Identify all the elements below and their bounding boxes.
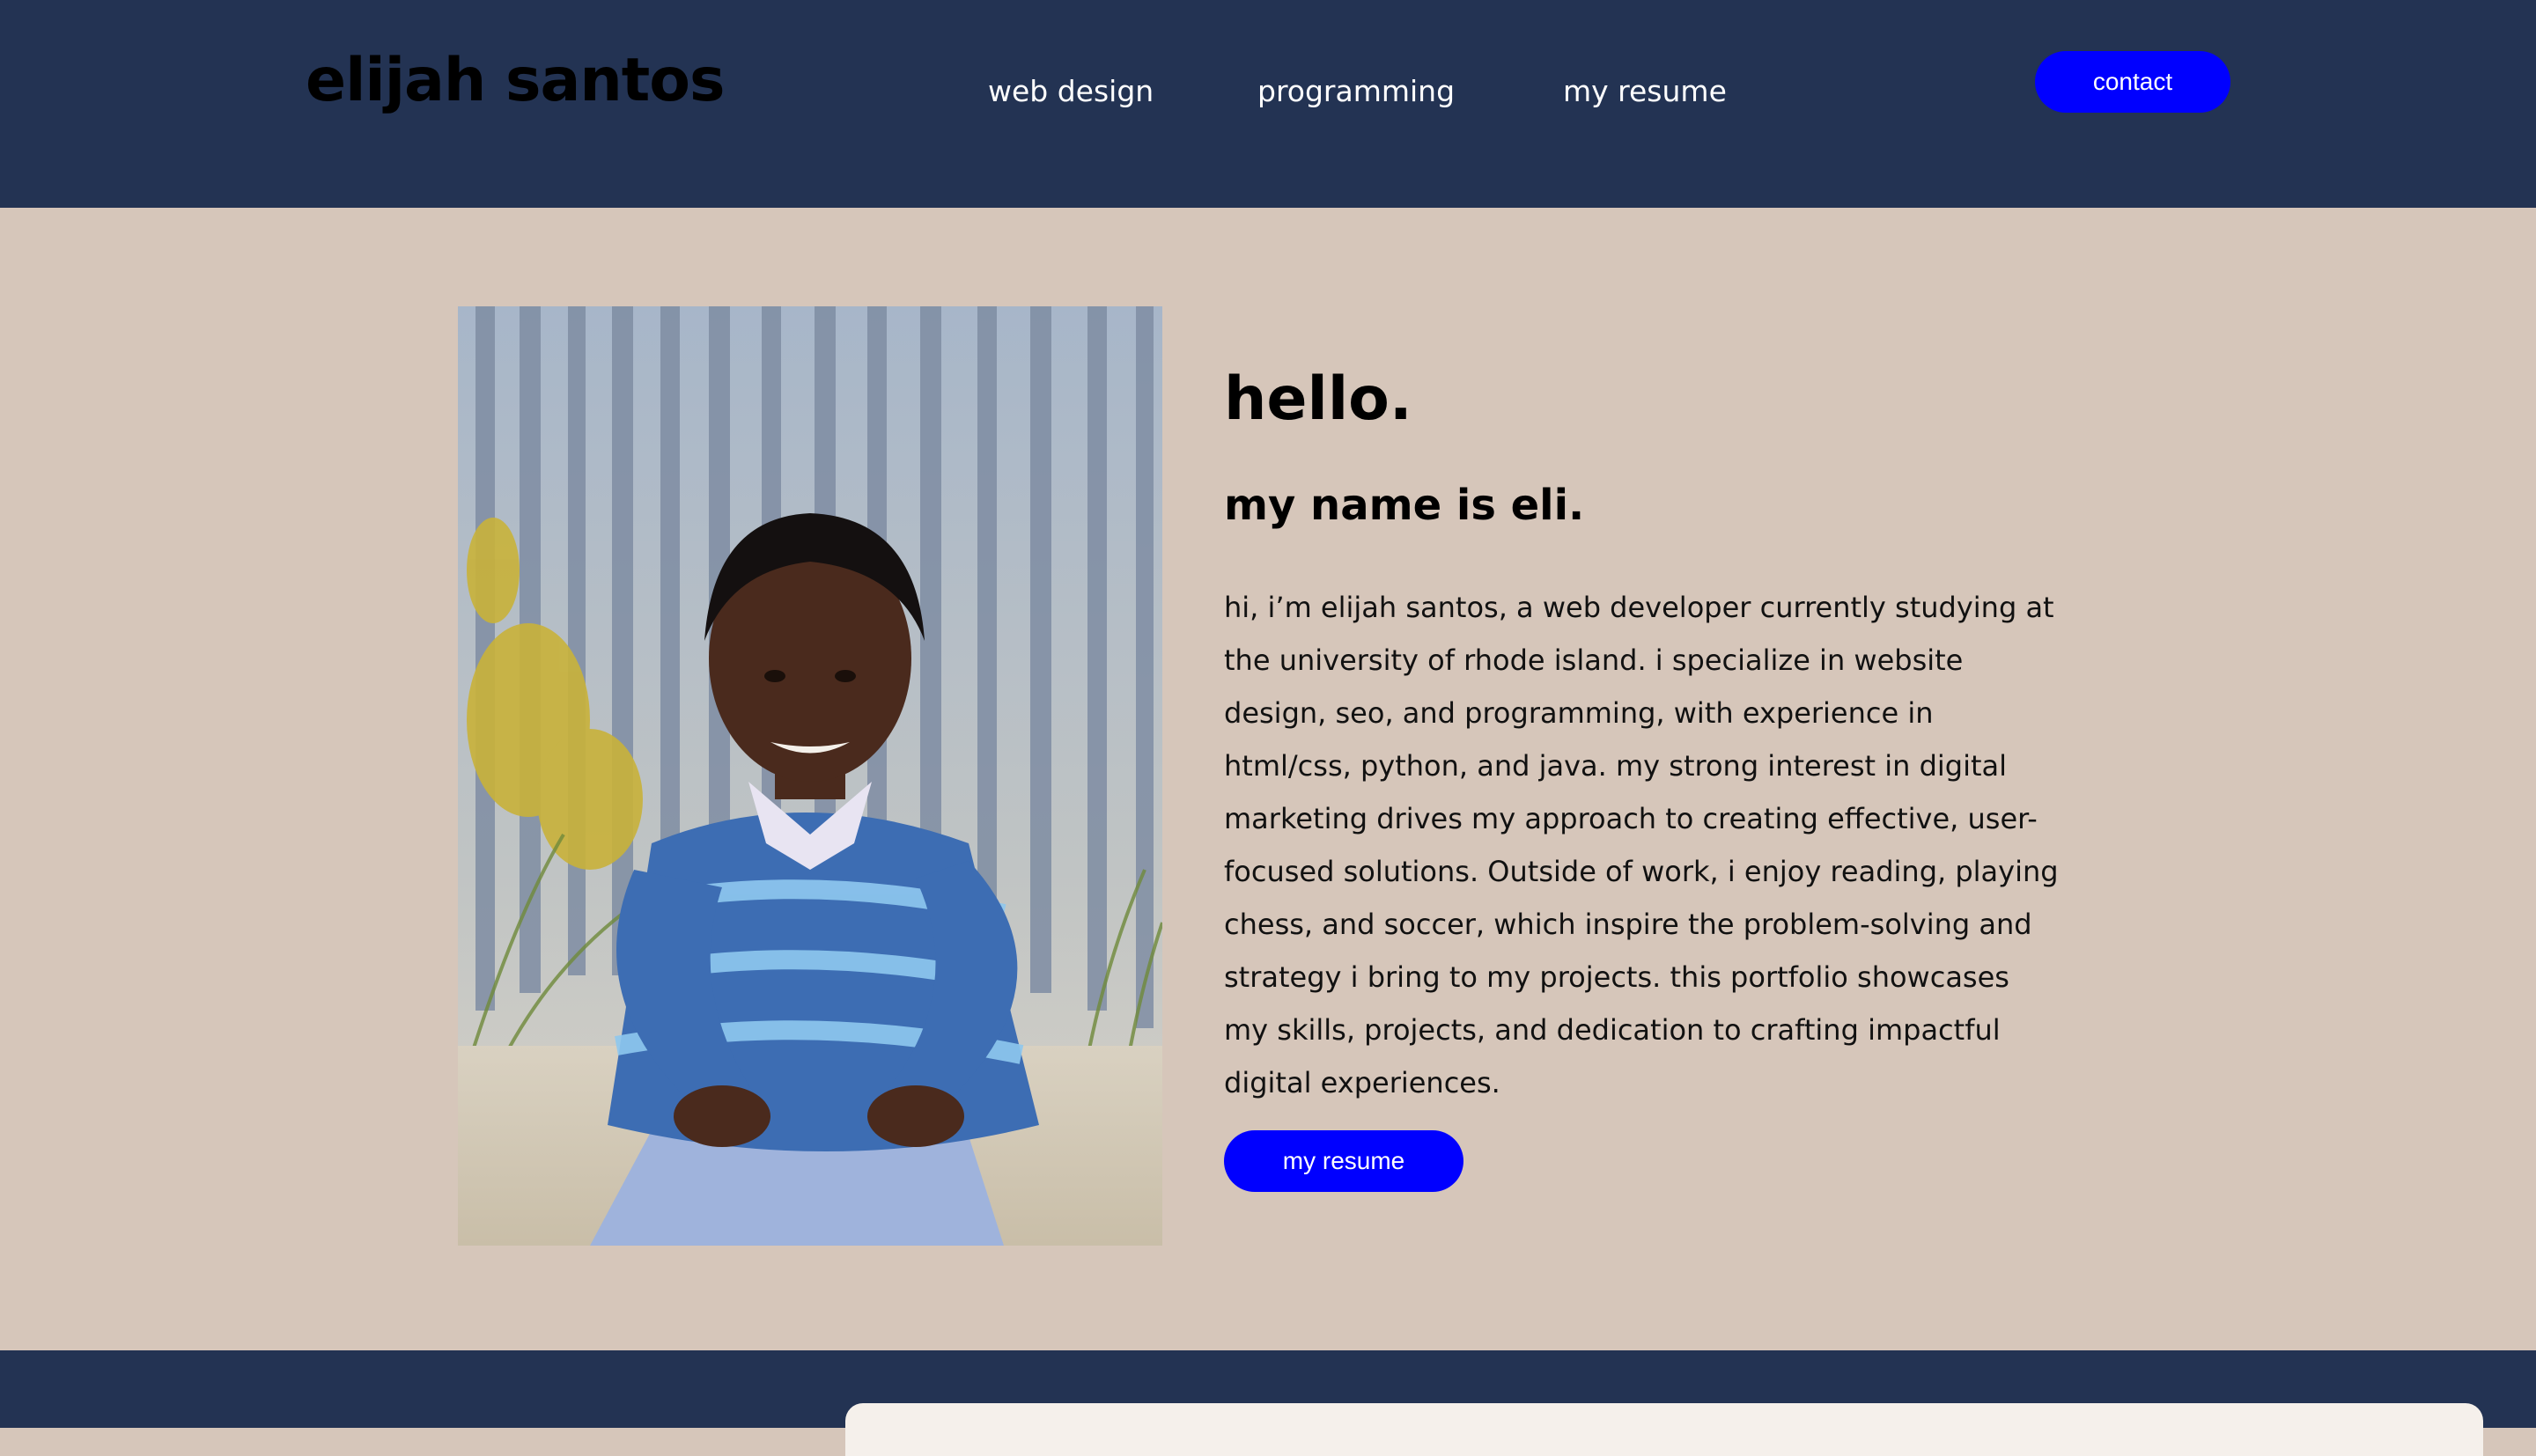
greeting-heading: hello. — [1224, 364, 1412, 434]
nav-link-my-resume[interactable]: my resume — [1563, 74, 1727, 108]
bio-paragraph: hi, i’m elijah santos, a web developer c… — [1224, 591, 2059, 1099]
site-title[interactable]: elijah santos — [306, 46, 725, 115]
site-footer — [0, 1350, 2536, 1456]
name-heading: my name is eli. — [1224, 481, 1585, 530]
contact-button[interactable]: contact — [2035, 51, 2230, 113]
intro-section: hello. my name is eli. hi, i’m elijah sa… — [1224, 370, 2069, 1192]
site-header: elijah santos web design programming my … — [0, 0, 2536, 208]
nav-link-web-design[interactable]: web design — [988, 74, 1154, 108]
nav-link-programming[interactable]: programming — [1257, 74, 1455, 108]
profile-photo — [458, 306, 1162, 1246]
footer-card — [845, 1403, 2483, 1456]
my-resume-button[interactable]: my resume — [1224, 1130, 1463, 1192]
